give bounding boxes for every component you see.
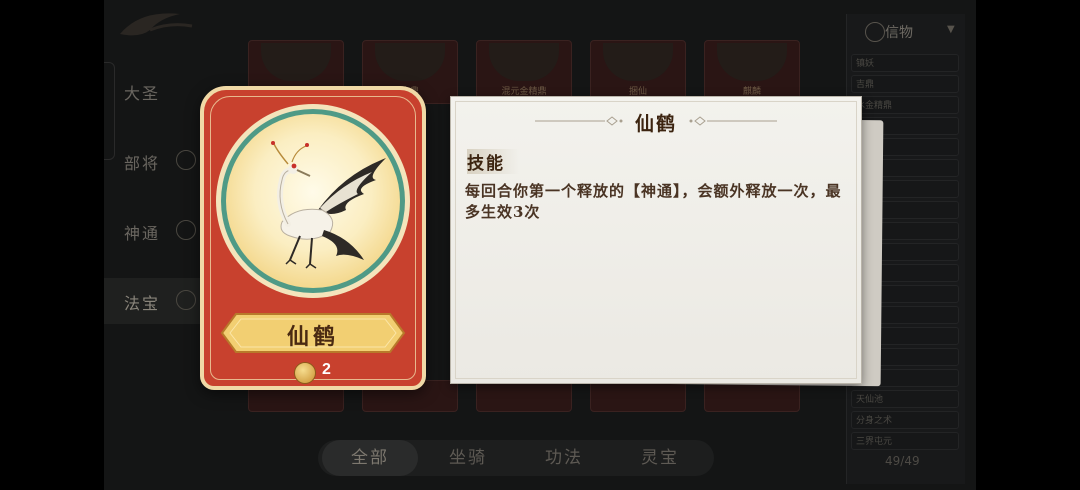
tab-emblem-icon [176,220,196,240]
skill-description: 每回合你第一个释放的【神通】，会额外释放一次，最多生效3次 [465,182,842,221]
grid-card[interactable]: 麒麟 [704,40,800,104]
tab-label: 部将 [124,154,161,173]
list-item[interactable]: 水金精鼎 [851,96,959,114]
list-item[interactable]: 吉鼎 [851,75,959,93]
skill-detail-panel: 仙鹤 技能 每回合你第一个释放的【神通】，会额外释放一次，最多生效3次 [450,96,862,384]
logo-icon [120,13,193,36]
card-art [261,43,331,81]
grid-card[interactable]: 捆仙 [590,40,686,104]
tab-skills[interactable]: 功法 [516,440,612,476]
tab-label: 法宝 [124,294,161,313]
treasure-card[interactable]: 仙鹤 2 [200,86,426,390]
crane-icon [271,141,386,269]
chevron-down-icon[interactable]: ▼ [947,24,955,35]
card-art-ring [221,109,405,293]
flame-icon [176,290,196,310]
card-name-plate: 仙鹤 [212,310,414,356]
card-art [717,43,787,81]
title-ornament-right-icon [689,116,777,126]
category-filter-bar: 全部 坐骑 功法 灵宝 [318,440,714,476]
card-art [489,43,559,81]
card-art-frame [216,104,410,298]
skill-heading: 技能 [467,149,519,174]
tab-label: 大圣 [124,84,161,103]
panel-frame [455,101,857,379]
card-art [226,114,400,288]
tab-label: 神通 [124,224,161,243]
grid-card[interactable] [590,380,686,412]
card-name: 仙鹤 [286,324,339,350]
grid-card[interactable]: 混元金精鼎 [476,40,572,104]
grid-card[interactable] [476,380,572,412]
list-item[interactable]: 天仙池 [851,390,959,408]
card-art [375,43,445,81]
list-item[interactable]: 分身之术 [851,411,959,429]
list-item[interactable]: 三界屯元 [851,432,959,450]
tab-all[interactable]: 全部 [322,440,418,476]
cost-coin-icon [294,362,316,384]
card-art [603,43,673,81]
tab-emblem-icon [176,150,196,170]
card-cost: 2 [322,361,331,378]
list-item[interactable]: 镇妖 [851,54,959,72]
tab-mounts[interactable]: 坐骑 [420,440,516,476]
tab-treasures[interactable]: 灵宝 [612,440,708,476]
panel-header[interactable]: 信物 [885,22,913,42]
token-icon [865,22,885,42]
collection-count: 49/49 [885,454,920,468]
detail-title: 仙鹤 [634,113,677,135]
